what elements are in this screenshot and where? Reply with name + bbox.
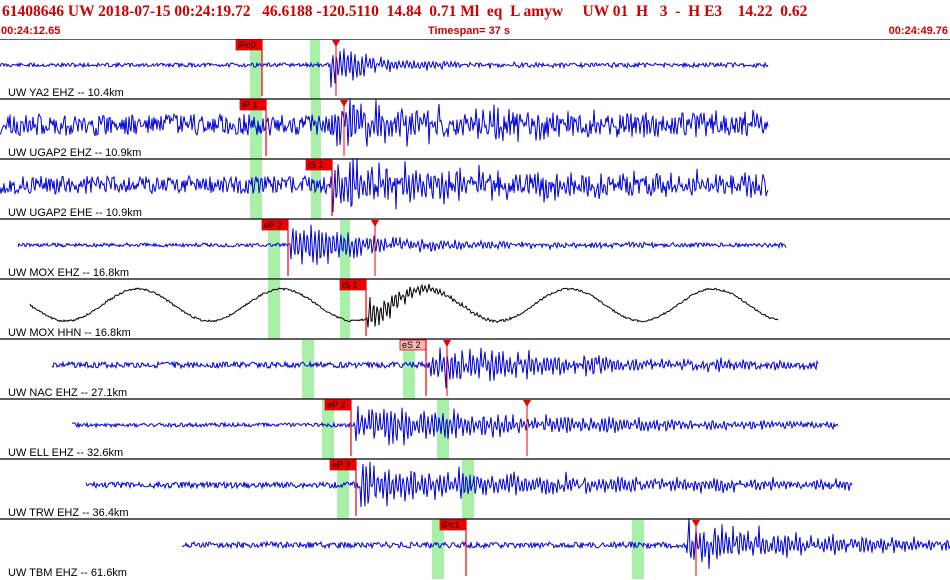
waveform [17, 224, 787, 265]
station-label: UW MOX HHN -- 16.8km [8, 327, 131, 339]
trace-row[interactable]: iPc1 UW TBM EHZ -- 61.6km [0, 517, 950, 579]
waveform [0, 157, 769, 213]
waveform [0, 48, 769, 88]
pick-label: eP 2 [264, 220, 282, 230]
trace-row[interactable]: eP 2 UW TRW EHZ -- 36.4km [0, 458, 950, 519]
trace-row[interactable]: iP 1 UW UGAP2 EHZ -- 10.9km [0, 97, 950, 159]
pick-window [250, 160, 262, 219]
waveform [29, 283, 779, 328]
trace-row[interactable]: eS 2 UW NAC EHZ -- 27.1km [0, 338, 950, 399]
pick-label: eS 2 [402, 340, 421, 350]
trace-row[interactable]: eP 2 UW ELL EHZ -- 32.6km [0, 398, 950, 459]
waveform [51, 347, 819, 389]
trace-row[interactable]: iS 1 UW MOX HHN -- 16.8km [0, 278, 950, 339]
trace-row[interactable]: iS 1 UW UGAP2 EHE -- 10.9km [0, 157, 950, 219]
end-time-label: 00:24:49.76 [888, 25, 948, 37]
pick-label: eP 2 [327, 400, 345, 410]
phase-pick[interactable] [523, 400, 531, 456]
header-bar: 61408646 UW 2018-07-15 00:24:19.72 46.61… [0, 0, 950, 40]
waveform [181, 517, 950, 569]
station-label: UW YA2 EHZ -- 10.4km [8, 87, 124, 99]
pick-window [310, 40, 320, 99]
station-label: UW ELL EHZ -- 32.6km [8, 447, 123, 459]
start-time-label: 00:24:12.65 [1, 25, 61, 37]
pick-window [302, 340, 314, 399]
pick-label: eP 2 [332, 460, 350, 470]
pick-label: iS 1 [342, 280, 358, 290]
pick-window [311, 100, 321, 159]
pick-window [632, 520, 644, 579]
timespan-label: Timespan= 37 s [428, 25, 511, 37]
station-label: UW UGAP2 EHE -- 10.9km [8, 207, 142, 219]
pick-label: iS 1 [308, 160, 324, 170]
station-label: UW TRW EHZ -- 36.4km [8, 507, 129, 519]
trace-row[interactable]: eP 2 UW MOX EHZ -- 16.8km [0, 218, 950, 279]
phase-pick[interactable] [371, 220, 379, 276]
waveform [71, 405, 839, 446]
station-label: UW TBM EHZ -- 61.6km [8, 567, 127, 579]
pick-label: iPc1 [442, 520, 460, 530]
station-label: UW NAC EHZ -- 27.1km [8, 387, 127, 399]
waveform [0, 97, 769, 147]
pick-window [340, 220, 350, 279]
seismogram-panel[interactable]: iPc0 UW YA2 EHZ -- 10.4km iP 1 UW UGAP2 EHZ… [0, 39, 950, 580]
event-title: 61408646 UW 2018-07-15 00:24:19.72 46.61… [2, 3, 808, 20]
station-label: UW UGAP2 EHZ -- 10.9km [8, 147, 141, 159]
pick-label: iP 1 [242, 100, 257, 110]
trace-row[interactable]: iPc0 UW YA2 EHZ -- 10.4km [0, 39, 950, 99]
pick-label: iPc0 [238, 40, 256, 50]
phase-pick[interactable] [443, 340, 451, 396]
station-label: UW MOX EHZ -- 16.8km [8, 267, 129, 279]
